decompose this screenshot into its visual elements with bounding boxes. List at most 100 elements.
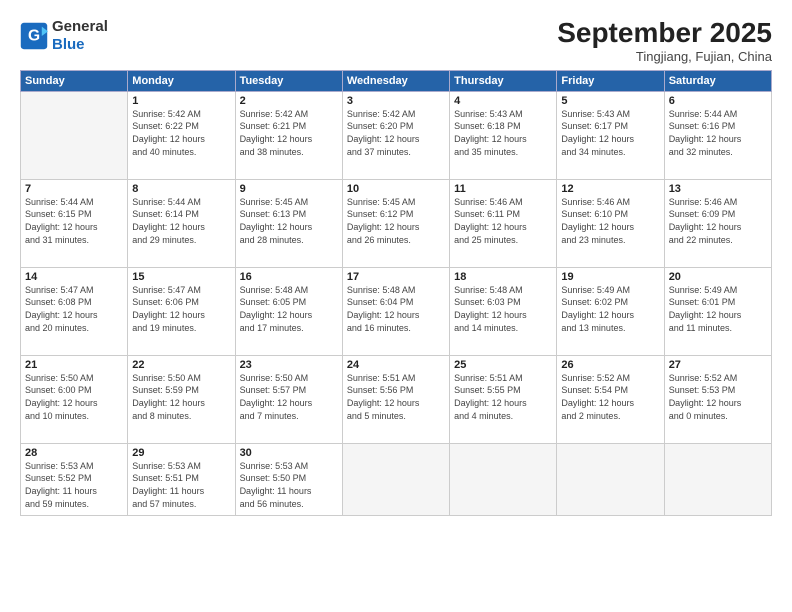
day-info: Sunrise: 5:43 AM Sunset: 6:18 PM Dayligh… (454, 108, 552, 158)
day-info: Sunrise: 5:50 AM Sunset: 5:59 PM Dayligh… (132, 372, 230, 422)
title-block: September 2025 Tingjiang, Fujian, China (557, 18, 772, 64)
day-number: 26 (561, 359, 659, 371)
day-info: Sunrise: 5:48 AM Sunset: 6:03 PM Dayligh… (454, 284, 552, 334)
day-number: 17 (347, 271, 445, 283)
day-number: 7 (25, 183, 123, 195)
day-info: Sunrise: 5:44 AM Sunset: 6:15 PM Dayligh… (25, 196, 123, 246)
table-row: 17Sunrise: 5:48 AM Sunset: 6:04 PM Dayli… (342, 267, 449, 355)
day-number: 30 (240, 447, 338, 459)
day-number: 20 (669, 271, 767, 283)
day-info: Sunrise: 5:42 AM Sunset: 6:20 PM Dayligh… (347, 108, 445, 158)
day-info: Sunrise: 5:45 AM Sunset: 6:12 PM Dayligh… (347, 196, 445, 246)
table-row: 19Sunrise: 5:49 AM Sunset: 6:02 PM Dayli… (557, 267, 664, 355)
col-thursday: Thursday (450, 70, 557, 91)
table-row: 14Sunrise: 5:47 AM Sunset: 6:08 PM Dayli… (21, 267, 128, 355)
day-number: 9 (240, 183, 338, 195)
logo-blue: Blue (52, 36, 108, 54)
table-row: 13Sunrise: 5:46 AM Sunset: 6:09 PM Dayli… (664, 179, 771, 267)
table-row: 7Sunrise: 5:44 AM Sunset: 6:15 PM Daylig… (21, 179, 128, 267)
day-info: Sunrise: 5:43 AM Sunset: 6:17 PM Dayligh… (561, 108, 659, 158)
day-info: Sunrise: 5:50 AM Sunset: 6:00 PM Dayligh… (25, 372, 123, 422)
day-info: Sunrise: 5:46 AM Sunset: 6:11 PM Dayligh… (454, 196, 552, 246)
table-row: 23Sunrise: 5:50 AM Sunset: 5:57 PM Dayli… (235, 355, 342, 443)
table-row: 6Sunrise: 5:44 AM Sunset: 6:16 PM Daylig… (664, 91, 771, 179)
day-number: 19 (561, 271, 659, 283)
table-row: 10Sunrise: 5:45 AM Sunset: 6:12 PM Dayli… (342, 179, 449, 267)
day-number: 27 (669, 359, 767, 371)
table-row: 5Sunrise: 5:43 AM Sunset: 6:17 PM Daylig… (557, 91, 664, 179)
day-info: Sunrise: 5:51 AM Sunset: 5:56 PM Dayligh… (347, 372, 445, 422)
day-info: Sunrise: 5:46 AM Sunset: 6:10 PM Dayligh… (561, 196, 659, 246)
day-info: Sunrise: 5:47 AM Sunset: 6:06 PM Dayligh… (132, 284, 230, 334)
day-info: Sunrise: 5:46 AM Sunset: 6:09 PM Dayligh… (669, 196, 767, 246)
day-number: 4 (454, 95, 552, 107)
day-info: Sunrise: 5:47 AM Sunset: 6:08 PM Dayligh… (25, 284, 123, 334)
table-row: 3Sunrise: 5:42 AM Sunset: 6:20 PM Daylig… (342, 91, 449, 179)
table-row: 9Sunrise: 5:45 AM Sunset: 6:13 PM Daylig… (235, 179, 342, 267)
day-number: 15 (132, 271, 230, 283)
table-row: 27Sunrise: 5:52 AM Sunset: 5:53 PM Dayli… (664, 355, 771, 443)
table-row: 25Sunrise: 5:51 AM Sunset: 5:55 PM Dayli… (450, 355, 557, 443)
table-row: 18Sunrise: 5:48 AM Sunset: 6:03 PM Dayli… (450, 267, 557, 355)
day-info: Sunrise: 5:52 AM Sunset: 5:54 PM Dayligh… (561, 372, 659, 422)
table-row (342, 443, 449, 515)
table-row: 22Sunrise: 5:50 AM Sunset: 5:59 PM Dayli… (128, 355, 235, 443)
table-row (557, 443, 664, 515)
header: G General Blue September 2025 Tingjiang,… (20, 18, 772, 64)
logo-general: General (52, 18, 108, 36)
table-row (21, 91, 128, 179)
day-number: 1 (132, 95, 230, 107)
table-row: 12Sunrise: 5:46 AM Sunset: 6:10 PM Dayli… (557, 179, 664, 267)
day-number: 29 (132, 447, 230, 459)
day-number: 11 (454, 183, 552, 195)
day-number: 24 (347, 359, 445, 371)
day-number: 23 (240, 359, 338, 371)
table-row: 21Sunrise: 5:50 AM Sunset: 6:00 PM Dayli… (21, 355, 128, 443)
day-number: 13 (669, 183, 767, 195)
day-info: Sunrise: 5:53 AM Sunset: 5:50 PM Dayligh… (240, 460, 338, 510)
logo: G General Blue (20, 18, 108, 54)
day-info: Sunrise: 5:48 AM Sunset: 6:05 PM Dayligh… (240, 284, 338, 334)
day-info: Sunrise: 5:49 AM Sunset: 6:01 PM Dayligh… (669, 284, 767, 334)
table-row: 24Sunrise: 5:51 AM Sunset: 5:56 PM Dayli… (342, 355, 449, 443)
calendar-table: Sunday Monday Tuesday Wednesday Thursday… (20, 70, 772, 516)
day-number: 16 (240, 271, 338, 283)
day-info: Sunrise: 5:48 AM Sunset: 6:04 PM Dayligh… (347, 284, 445, 334)
col-friday: Friday (557, 70, 664, 91)
table-row (450, 443, 557, 515)
day-number: 8 (132, 183, 230, 195)
table-row: 4Sunrise: 5:43 AM Sunset: 6:18 PM Daylig… (450, 91, 557, 179)
calendar-header-row: Sunday Monday Tuesday Wednesday Thursday… (21, 70, 772, 91)
day-number: 28 (25, 447, 123, 459)
table-row: 2Sunrise: 5:42 AM Sunset: 6:21 PM Daylig… (235, 91, 342, 179)
table-row: 20Sunrise: 5:49 AM Sunset: 6:01 PM Dayli… (664, 267, 771, 355)
table-row: 1Sunrise: 5:42 AM Sunset: 6:22 PM Daylig… (128, 91, 235, 179)
table-row (664, 443, 771, 515)
table-row: 28Sunrise: 5:53 AM Sunset: 5:52 PM Dayli… (21, 443, 128, 515)
day-info: Sunrise: 5:53 AM Sunset: 5:52 PM Dayligh… (25, 460, 123, 510)
day-number: 6 (669, 95, 767, 107)
table-row: 11Sunrise: 5:46 AM Sunset: 6:11 PM Dayli… (450, 179, 557, 267)
day-number: 3 (347, 95, 445, 107)
day-number: 12 (561, 183, 659, 195)
day-number: 22 (132, 359, 230, 371)
table-row: 15Sunrise: 5:47 AM Sunset: 6:06 PM Dayli… (128, 267, 235, 355)
logo-text: General Blue (52, 18, 108, 54)
page: G General Blue September 2025 Tingjiang,… (0, 0, 792, 612)
col-monday: Monday (128, 70, 235, 91)
day-info: Sunrise: 5:51 AM Sunset: 5:55 PM Dayligh… (454, 372, 552, 422)
table-row: 26Sunrise: 5:52 AM Sunset: 5:54 PM Dayli… (557, 355, 664, 443)
day-info: Sunrise: 5:42 AM Sunset: 6:22 PM Dayligh… (132, 108, 230, 158)
table-row: 30Sunrise: 5:53 AM Sunset: 5:50 PM Dayli… (235, 443, 342, 515)
day-number: 21 (25, 359, 123, 371)
day-info: Sunrise: 5:52 AM Sunset: 5:53 PM Dayligh… (669, 372, 767, 422)
day-number: 25 (454, 359, 552, 371)
day-info: Sunrise: 5:42 AM Sunset: 6:21 PM Dayligh… (240, 108, 338, 158)
day-info: Sunrise: 5:53 AM Sunset: 5:51 PM Dayligh… (132, 460, 230, 510)
month-title: September 2025 (557, 18, 772, 49)
day-number: 10 (347, 183, 445, 195)
col-tuesday: Tuesday (235, 70, 342, 91)
logo-icon: G (20, 22, 48, 50)
day-info: Sunrise: 5:49 AM Sunset: 6:02 PM Dayligh… (561, 284, 659, 334)
day-info: Sunrise: 5:45 AM Sunset: 6:13 PM Dayligh… (240, 196, 338, 246)
